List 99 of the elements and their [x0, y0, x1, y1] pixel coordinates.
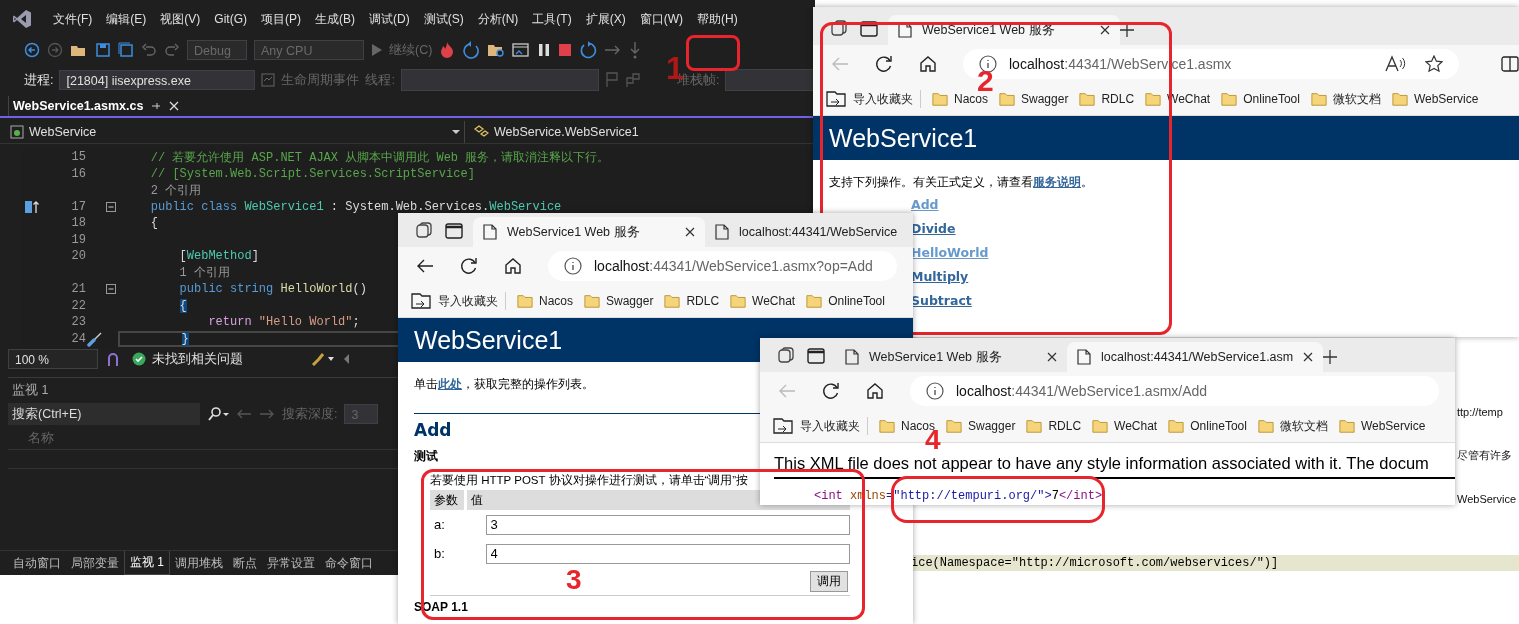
panel-tab[interactable]: 命令窗口 [320, 551, 378, 575]
operation-link[interactable]: Multiply [911, 269, 969, 284]
menu-item[interactable]: Git(G) [207, 12, 254, 26]
parameter-name: a: [433, 517, 446, 532]
thread-label: 线程: [365, 71, 395, 89]
bookmark[interactable]: Swagger [999, 91, 1069, 107]
menu-item[interactable]: 生成(B) [308, 10, 362, 28]
text-fragment: 尽管有许多 [1457, 448, 1512, 463]
bookmark[interactable]: WeChat [1092, 418, 1158, 434]
menu-item[interactable]: 测试(S) [416, 10, 471, 28]
panel-title: 监视 1 [11, 382, 50, 399]
section-heading: 测试 [414, 448, 438, 465]
line-number: 16 [71, 166, 86, 181]
operation-link[interactable]: Divide [911, 221, 956, 236]
address-bar[interactable]: localhost:44341/WebService1.asmx/Add [910, 376, 1439, 406]
bookmark[interactable]: 导入收藏夹 [772, 417, 860, 435]
code-line: return "Hello World"; [207, 315, 360, 330]
menu-item[interactable]: 视图(V) [153, 10, 208, 28]
line-number: 18 [71, 216, 86, 231]
bookmark[interactable]: OnlineTool [1221, 91, 1300, 107]
browser-tab[interactable]: WebService1 Web 服务 [888, 15, 1120, 45]
browser-tab[interactable]: WebService1 Web 服务 [835, 342, 1067, 372]
line-number: 17 [71, 199, 86, 214]
bookmark[interactable]: WeChat [730, 293, 796, 309]
menu-item[interactable]: 窗口(W) [632, 10, 690, 28]
text-fragment: WebService [1457, 493, 1517, 505]
panel-tab[interactable]: 异常设置 [262, 551, 320, 575]
browser-tab[interactable]: WebService1 Web 服务 [473, 217, 705, 247]
menu-item[interactable]: 编辑(E) [99, 10, 154, 28]
code-line: [WebMethod] [178, 249, 259, 264]
bookmark[interactable]: WebService [1391, 91, 1479, 107]
bookmark[interactable]: RDLC [1026, 418, 1082, 434]
code-line: public string HelloWorld() [178, 282, 367, 297]
search-field[interactable]: 搜索(Ctrl+E) [8, 403, 200, 425]
code-line: // [System.Web.Script.Services.ScriptService] [149, 166, 475, 181]
panel-tab[interactable]: 监视 1 [124, 551, 170, 575]
page-title: WebService1 [829, 123, 978, 153]
panel-tab[interactable]: 断点 [228, 551, 262, 575]
code-line: ice(Namespace="http://microsoft.com/webservices/")] [911, 556, 1279, 570]
line-number: 20 [71, 249, 86, 264]
menu-item[interactable]: 文件(F) [46, 10, 100, 28]
bookmark[interactable]: Swagger [584, 293, 654, 309]
bookmark[interactable]: Swagger [946, 418, 1016, 434]
line-number: 19 [71, 232, 86, 247]
link[interactable]: 此处 [438, 377, 462, 391]
test-instructions: 若要使用 HTTP POST 协议对操作进行测试，请单击“调用”按 [430, 473, 749, 488]
code-line: 2 个引用 [149, 182, 202, 199]
bookmark[interactable]: RDLC [1079, 91, 1135, 107]
browser-tab[interactable]: localhost:44341/WebService [705, 217, 908, 247]
input-field[interactable]: 3 [485, 514, 850, 535]
column-header: 名称 [28, 429, 54, 447]
code-line: public class WebService1 : System.Web.Services.WebService [149, 199, 562, 214]
column-header: 参数 [430, 490, 464, 510]
issues-status[interactable]: 未找到相关问题 [132, 350, 243, 368]
menu-item[interactable]: 帮助(H) [690, 10, 745, 28]
class-dropdown[interactable]: WebService.WebService1 [465, 121, 815, 143]
line-number: 22 [71, 298, 86, 313]
bookmark[interactable]: 导入收藏夹 [410, 292, 498, 310]
zoom-dropdown[interactable]: 100 % [8, 349, 98, 369]
line-number: 21 [71, 282, 86, 297]
menu-item[interactable]: 调试(D) [362, 10, 417, 28]
operation-link[interactable]: Subtract [911, 293, 972, 308]
intro-text: 支持下列操作。有关正式定义，请查看服务说明。 [829, 174, 1094, 191]
search-depth-label: 搜索深度: [282, 405, 338, 423]
input-field[interactable]: 4 [485, 543, 850, 564]
process-label: 进程: [24, 71, 54, 89]
bookmark[interactable]: WebService [1338, 418, 1426, 434]
invoke-button[interactable]: 调用 [810, 571, 848, 592]
menu-item[interactable]: 项目(P) [254, 10, 308, 28]
parameter-name: b: [433, 546, 446, 561]
process-dropdown[interactable]: [21804] iisexpress.exe [59, 70, 256, 90]
operation-heading: Add [414, 420, 452, 440]
menu-item[interactable]: 工具(T) [525, 10, 579, 28]
bookmark[interactable]: RDLC [664, 293, 720, 309]
namespace-dropdown[interactable]: WebService [0, 121, 465, 143]
bookmark[interactable]: 微软文档 [1257, 417, 1328, 435]
bookmark[interactable]: 导入收藏夹 [825, 90, 913, 108]
code-line: 1 个引用 [178, 265, 230, 282]
text-fragment: ttp://temp [1457, 406, 1503, 418]
browser-tab[interactable]: localhost:44341/WebService1.asm [1067, 342, 1324, 372]
page-title: WebService1 [414, 325, 563, 355]
code-line: // 若要允许使用 ASP.NET AJAX 从脚本中调用此 Web 服务，请取消注释以下行。 [149, 149, 610, 166]
panel-tab[interactable]: 自动窗口 [8, 551, 66, 575]
xml-notice: This XML file does not appear to have any style information associated with it. The docum [774, 454, 1455, 479]
annotation-number: 3 [566, 566, 582, 594]
bookmark[interactable]: OnlineTool [1168, 418, 1247, 434]
panel-tab[interactable]: 局部变量 [66, 551, 124, 575]
menu-item[interactable]: 分析(N) [470, 10, 526, 28]
link[interactable]: 服务说明 [1033, 175, 1081, 189]
bookmark[interactable]: Nacos [517, 293, 573, 309]
code-line: { [149, 216, 158, 231]
bookmark[interactable]: 微软文档 [1310, 90, 1381, 108]
line-number: 15 [71, 150, 86, 165]
address-bar[interactable]: localhost:44341/WebService1.asmx?op=Add [548, 251, 897, 281]
line-number: 23 [71, 315, 86, 330]
line-number: 24 [71, 331, 86, 346]
bookmark[interactable]: OnlineTool [806, 293, 885, 309]
menu-item[interactable]: 扩展(X) [578, 10, 633, 28]
panel-tab[interactable]: 调用堆栈 [170, 551, 228, 575]
